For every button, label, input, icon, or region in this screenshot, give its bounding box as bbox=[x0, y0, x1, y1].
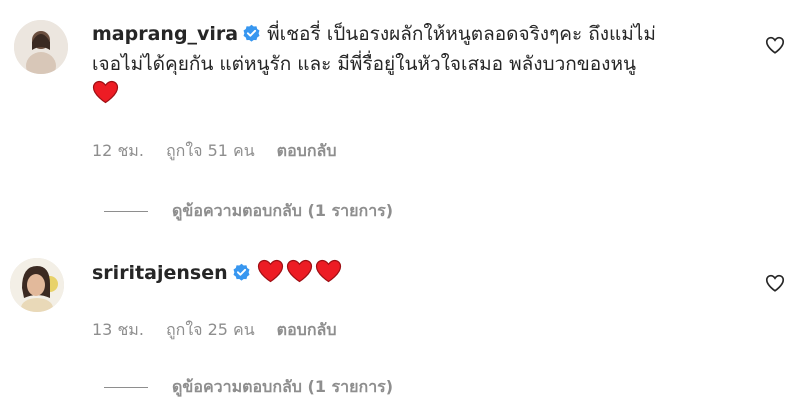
comment-meta: 13 ชม. ถูกใจ 25 คน ตอบกลับ bbox=[92, 318, 336, 343]
comment-likes[interactable]: ถูกใจ 25 คน bbox=[166, 318, 255, 343]
replies-divider bbox=[104, 211, 148, 212]
red-heart-emoji-icon bbox=[92, 80, 119, 104]
username[interactable]: maprang_vira bbox=[92, 23, 238, 45]
verified-badge-icon bbox=[233, 263, 250, 281]
reply-button[interactable]: ตอบกลับ bbox=[277, 318, 337, 343]
red-heart-emoji-icon bbox=[315, 259, 341, 283]
avatar[interactable] bbox=[10, 258, 64, 312]
red-heart-emoji-icon bbox=[286, 259, 312, 283]
comment-body: maprang_vira พี่เชอรี่ เป็นอรงผลักให้หนูต… bbox=[92, 19, 752, 109]
comment-likes[interactable]: ถูกใจ 51 คน bbox=[166, 139, 255, 164]
view-replies-label: ดูข้อความตอบกลับ (1 รายการ) bbox=[172, 201, 394, 220]
comment-body: sriritajensen bbox=[92, 258, 752, 288]
heart-outline-icon[interactable] bbox=[764, 272, 786, 294]
replies-divider bbox=[104, 387, 148, 388]
view-replies-button[interactable]: ดูข้อความตอบกลับ (1 รายการ) bbox=[92, 375, 393, 400]
username[interactable]: sriritajensen bbox=[92, 262, 228, 284]
comment-text-line2: เจอไม่ได้คุยกัน แต่หนูรัก และ มีพี่รื่อย… bbox=[92, 53, 636, 75]
comment-text-line1: พี่เชอรี่ เป็นอรงผลักให้หนูตลอดจริงๆคะ ถ… bbox=[267, 23, 656, 45]
avatar[interactable] bbox=[14, 20, 68, 74]
comment-time: 13 ชม. bbox=[92, 320, 144, 339]
reply-button[interactable]: ตอบกลับ bbox=[277, 139, 337, 164]
red-heart-emoji-icon bbox=[257, 259, 283, 283]
view-replies-button[interactable]: ดูข้อความตอบกลับ (1 รายการ) bbox=[92, 199, 393, 224]
comment-time: 12 ชม. bbox=[92, 141, 144, 160]
comment-meta: 12 ชม. ถูกใจ 51 คน ตอบกลับ bbox=[92, 139, 336, 164]
view-replies-label: ดูข้อความตอบกลับ (1 รายการ) bbox=[172, 377, 394, 396]
heart-outline-icon[interactable] bbox=[764, 34, 786, 56]
verified-badge-icon bbox=[243, 24, 260, 42]
